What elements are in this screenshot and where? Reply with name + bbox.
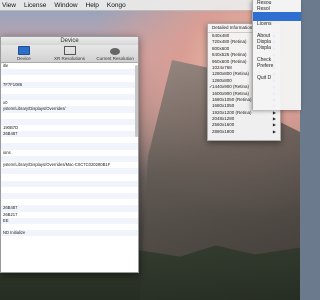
context-menu-item-label: 2560x1600: [212, 122, 235, 128]
context-menu-item-label: 1280x800: [212, 77, 232, 83]
toolbar-xr-resolutions-button[interactable]: XR Resolutions: [47, 45, 93, 62]
list-scrollbar[interactable]: [135, 65, 138, 137]
status-menu-item[interactable]: Quit D: [253, 75, 301, 81]
context-menu-item-label: 960x600 (Retina): [212, 58, 247, 64]
display-icon: [17, 46, 30, 55]
window-title: Device: [1, 37, 138, 45]
window-toolbar: Device XR Resolutions Current Resolution: [1, 45, 138, 63]
resolution-icon: [63, 46, 76, 55]
eye-icon: [110, 48, 121, 55]
context-menu-item-label: 1920x1200 (Retina): [212, 109, 252, 115]
menu-view[interactable]: View: [2, 2, 16, 9]
menu-window[interactable]: Window: [54, 2, 77, 9]
toolbar-device-label: Device: [16, 56, 31, 61]
context-menu-item-label: 720x480 (Retina): [212, 39, 247, 45]
toolbar-xr-resolutions-label: XR Resolutions: [54, 56, 86, 61]
context-menu-item-label: 2880x1800: [212, 128, 235, 134]
menu-kongo[interactable]: Kongo: [107, 2, 126, 9]
context-menu-item-label: 1680x1050: [212, 103, 235, 109]
toolbar-current-resolution-button[interactable]: Current Resolution: [92, 45, 138, 62]
context-menu-item-label: 640x480: [212, 33, 230, 38]
status-menu-item[interactable]: [253, 12, 301, 21]
device-window: Device Device XR Resolutions Current Res…: [0, 36, 139, 273]
context-menu-item[interactable]: 2880x1800 ▶: [208, 129, 280, 135]
status-menu-items: Resou Resol Licens About Displa Displa Check Pr…: [253, 0, 301, 81]
context-menu-item-label: 1024x768: [212, 64, 232, 70]
context-menu-item-label: 1600x900 (Retina): [212, 90, 250, 96]
status-menu-panel: Resou Resol Licens About Displa Displa Check Pr…: [252, 0, 301, 110]
context-menu-item-label: 800x600: [212, 45, 230, 51]
context-menu-item-label: 1680x1050 (Retina): [212, 96, 252, 102]
context-menu-item-label: 1280x800 (Retina): [212, 71, 250, 77]
menu-license[interactable]: License: [24, 2, 46, 9]
table-row[interactable]: [1, 236, 138, 242]
context-menu-item-label: 1440x900 (Retina): [212, 84, 250, 90]
submenu-arrow-icon: ▶: [272, 128, 276, 134]
menu-help[interactable]: Help: [86, 2, 99, 9]
context-menu-item-label: 2048x1280: [212, 116, 235, 122]
context-menu-item-label: 840x525 (Retina): [212, 52, 247, 58]
device-info-list: itle 7F7F1086 x0 ystem/Library/Displays/Ove…: [1, 63, 138, 242]
toolbar-current-resolution-label: Current Resolution: [96, 56, 134, 61]
toolbar-device-button[interactable]: Device: [1, 45, 47, 62]
